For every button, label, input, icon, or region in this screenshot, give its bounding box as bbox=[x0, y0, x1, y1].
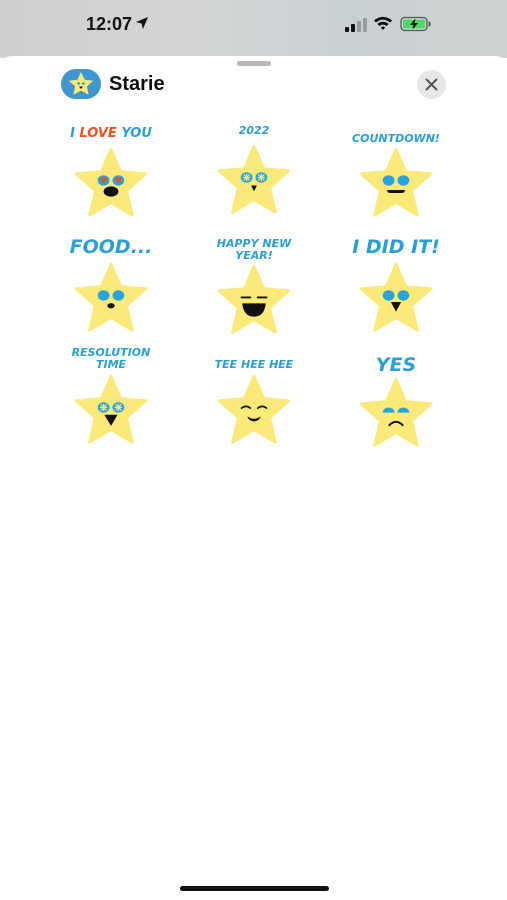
sticker-i-did-it[interactable]: I DID IT! bbox=[336, 236, 456, 348]
sticker-resolution-time[interactable]: RESOLUTION TIME bbox=[51, 344, 171, 454]
sticker-caption: RESOLUTION TIME bbox=[71, 346, 151, 371]
sticker-caption: I DID IT! bbox=[352, 236, 440, 258]
sticker-happy-new-year[interactable]: HAPPY NEW YEAR! bbox=[194, 238, 314, 348]
close-icon bbox=[425, 78, 438, 91]
status-bar: 12:07 bbox=[0, 0, 507, 58]
app-icon bbox=[61, 69, 101, 99]
cellular-signal-icon bbox=[345, 18, 367, 32]
sticker-caption: TEE HEE HEE bbox=[214, 358, 294, 371]
sticker-i-love-you[interactable]: I LOVE YOU bbox=[51, 118, 171, 228]
star-icon bbox=[74, 148, 148, 217]
sticker-caption: YES bbox=[375, 354, 417, 376]
home-indicator[interactable] bbox=[180, 886, 329, 891]
wifi-icon bbox=[374, 16, 392, 30]
star-icon bbox=[359, 378, 433, 447]
sticker-caption: I LOVE YOU bbox=[70, 126, 152, 141]
sticker-yes[interactable]: YES bbox=[336, 344, 456, 454]
star-icon bbox=[217, 375, 291, 444]
app-title: Starie bbox=[109, 73, 165, 95]
location-arrow-icon bbox=[136, 17, 148, 29]
star-icon bbox=[74, 263, 148, 332]
sticker-caption: 2022 bbox=[238, 124, 270, 137]
sticker-caption: COUNTDOWN! bbox=[352, 132, 440, 145]
star-icon bbox=[217, 145, 291, 214]
sticker-caption: FOOD... bbox=[69, 236, 153, 258]
sticker-tee-hee-hee[interactable]: TEE HEE HEE bbox=[194, 344, 314, 454]
status-time: 12:07 bbox=[86, 14, 133, 34]
star-icon bbox=[74, 375, 148, 444]
sticker-sheet: Starie I LOVE YOU 2022 COUNTDOWN! FOOD..… bbox=[0, 56, 507, 900]
sticker-2022[interactable]: 2022 bbox=[194, 118, 314, 228]
sticker-countdown[interactable]: COUNTDOWN! bbox=[336, 118, 456, 228]
sticker-caption: HAPPY NEW YEAR! bbox=[216, 237, 292, 262]
star-icon bbox=[359, 148, 433, 217]
close-button[interactable] bbox=[417, 70, 446, 99]
sheet-grabber[interactable] bbox=[237, 61, 271, 66]
battery-charging-icon bbox=[400, 16, 431, 32]
sticker-food[interactable]: FOOD... bbox=[51, 236, 171, 348]
star-icon bbox=[217, 265, 291, 334]
star-face-icon bbox=[68, 72, 94, 95]
star-icon bbox=[359, 263, 433, 332]
